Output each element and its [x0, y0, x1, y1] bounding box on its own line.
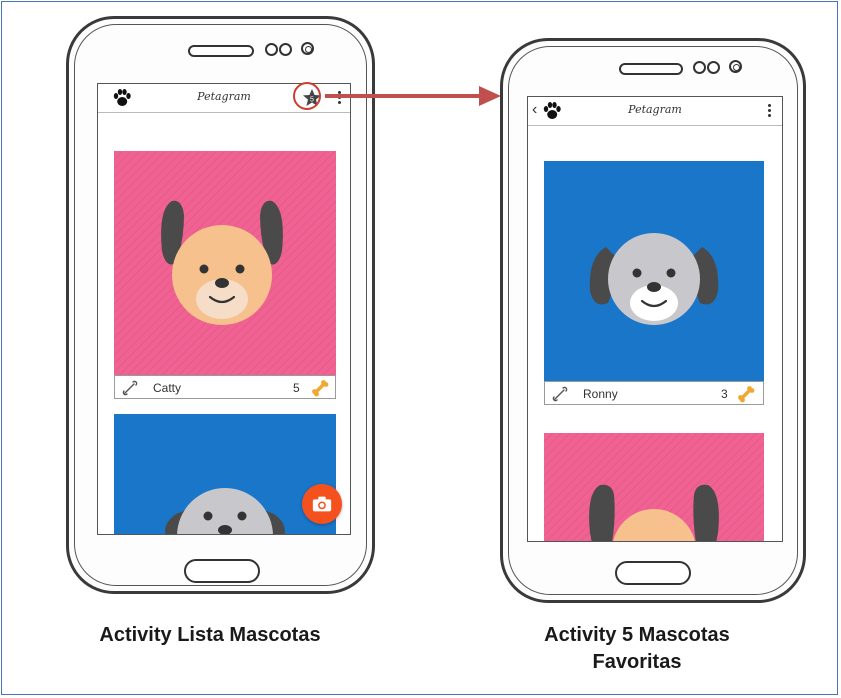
- pet-card-footer: Catty 5: [114, 375, 336, 399]
- pet-card: [544, 433, 764, 541]
- phone-front-camera: [301, 42, 314, 55]
- pet-card-footer: Ronny 3: [544, 381, 764, 405]
- phone-speaker: [619, 63, 683, 75]
- phone-mockup-mascotas-favoritas: ‹ Petagram Ronny 3: [500, 38, 806, 603]
- caption-line: Activity 5 Mascotas: [544, 624, 730, 646]
- caption-mascotas-favoritas: Activity 5 Mascotas Favoritas: [478, 622, 796, 676]
- bone-rating-icon: [738, 386, 755, 403]
- bone-rating-icon: [312, 380, 329, 397]
- favorites-highlight-ring: [293, 82, 321, 110]
- camera-icon: [312, 496, 332, 512]
- pet-photo: [114, 414, 336, 534]
- pet-likes-count: 3: [721, 387, 728, 401]
- phone-sensor: [707, 61, 720, 74]
- app-toolbar: ‹ Petagram: [528, 97, 782, 126]
- pet-photo: [114, 151, 336, 375]
- pet-card: Ronny 3: [544, 161, 764, 405]
- navigation-arrow: [325, 86, 501, 106]
- phone-home-button: [615, 561, 691, 585]
- phone-sensor: [279, 43, 292, 56]
- camera-fab[interactable]: [302, 484, 342, 524]
- phone-sensor: [265, 43, 278, 56]
- app-screen: Petagram 5 Catty 5: [97, 83, 351, 535]
- app-screen: ‹ Petagram Ronny 3: [527, 96, 783, 542]
- pet-photo: [544, 161, 764, 381]
- phone-sensor: [693, 61, 706, 74]
- phone-speaker: [188, 45, 254, 57]
- app-title: Petagram: [628, 103, 682, 116]
- overflow-menu-icon[interactable]: [768, 104, 772, 118]
- pet-name: Ronny: [583, 387, 618, 401]
- phone-front-camera: [729, 60, 742, 73]
- pet-card: [114, 414, 336, 534]
- pet-card: Catty 5: [114, 151, 336, 399]
- caption-line: Favoritas: [592, 651, 682, 673]
- pet-likes-count: 5: [293, 381, 300, 395]
- bone-outline-icon[interactable]: [121, 379, 139, 397]
- bone-outline-icon[interactable]: [551, 385, 569, 403]
- caption-lista-mascotas: Activity Lista Mascotas: [99, 624, 321, 646]
- pet-photo: [544, 433, 764, 541]
- pet-name: Catty: [153, 381, 182, 395]
- phone-home-button: [184, 559, 260, 583]
